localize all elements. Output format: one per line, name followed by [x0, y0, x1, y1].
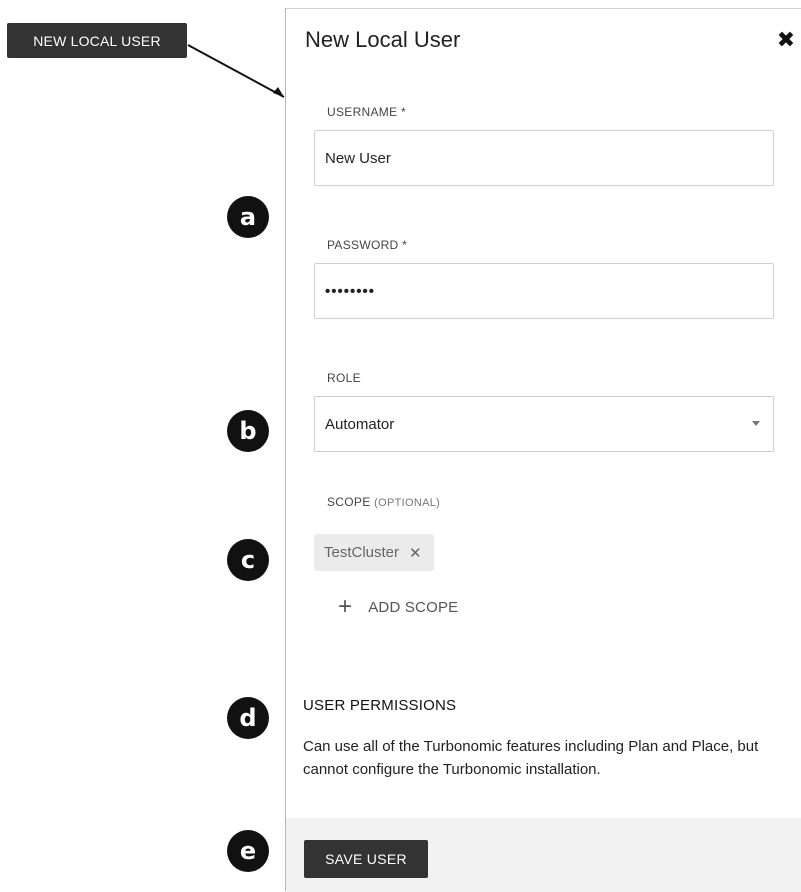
- password-label: PASSWORD *: [327, 238, 408, 252]
- username-value: New User: [325, 149, 391, 167]
- role-label: ROLE: [327, 371, 361, 385]
- password-value: ••••••••: [325, 282, 376, 300]
- add-scope-button[interactable]: + ADD SCOPE: [338, 595, 458, 619]
- username-input[interactable]: New User: [314, 130, 774, 186]
- panel-footer: SAVE USER: [286, 818, 801, 892]
- user-permissions-title: USER PERMISSIONS: [303, 697, 457, 714]
- user-permissions-description: Can use all of the Turbonomic features i…: [303, 738, 759, 778]
- new-local-user-panel: New Local User ✖ USERNAME * New User PAS…: [285, 8, 801, 892]
- role-select[interactable]: Automator: [314, 396, 774, 452]
- scope-chip: TestCluster ✕: [314, 534, 434, 571]
- chevron-down-icon: [752, 421, 760, 426]
- scope-label-text: SCOPE: [327, 495, 371, 509]
- username-label: USERNAME *: [327, 105, 407, 119]
- scope-optional-text: (OPTIONAL): [374, 497, 441, 509]
- save-user-button[interactable]: SAVE USER: [304, 840, 428, 878]
- scope-label: SCOPE (OPTIONAL): [327, 495, 440, 509]
- annotation-badge-b: b: [227, 410, 269, 452]
- annotation-badge-e: e: [227, 830, 269, 872]
- new-local-user-callout: NEW LOCAL USER: [7, 23, 187, 58]
- add-scope-label: ADD SCOPE: [368, 598, 459, 616]
- annotation-badge-c: c: [227, 539, 269, 581]
- password-input[interactable]: ••••••••: [314, 263, 774, 319]
- annotation-badge-a: a: [227, 196, 269, 238]
- panel-title: New Local User: [305, 27, 461, 52]
- annotation-badge-d: d: [227, 697, 269, 739]
- close-icon[interactable]: ✖: [775, 29, 797, 51]
- remove-scope-icon[interactable]: ✕: [409, 544, 422, 562]
- role-value: Automator: [325, 415, 395, 433]
- plus-icon: +: [338, 593, 353, 620]
- scope-chip-label: TestCluster: [324, 544, 400, 561]
